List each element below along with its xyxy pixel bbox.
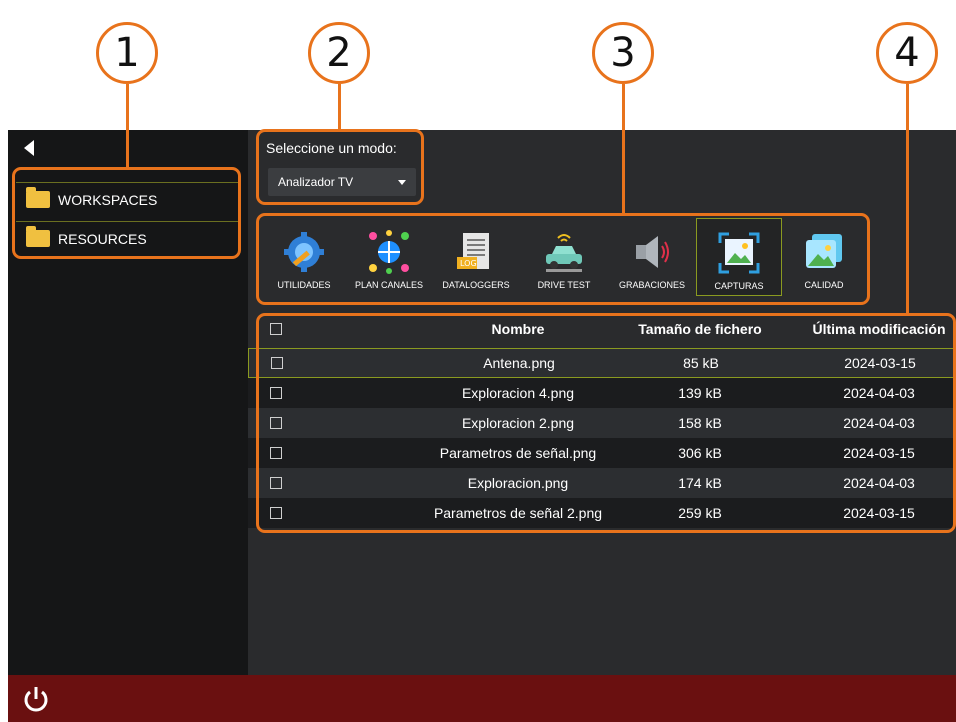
file-date: 2024-04-03 bbox=[843, 385, 915, 401]
tool-capturas[interactable]: CAPTURAS bbox=[696, 218, 782, 296]
column-header-date[interactable]: Última modificación bbox=[793, 321, 956, 337]
select-all-checkbox[interactable] bbox=[270, 323, 282, 335]
speaker-icon bbox=[630, 230, 674, 274]
callout-4: 4 bbox=[876, 22, 938, 84]
table-row[interactable]: Exploracion 2.png 158 kB 2024-04-03 bbox=[248, 408, 956, 438]
tool-label: DATALOGGERS bbox=[442, 280, 510, 290]
callout-1-leader bbox=[126, 84, 129, 168]
folder-icon bbox=[26, 187, 50, 208]
car-signal-icon bbox=[542, 230, 586, 274]
file-size: 158 kB bbox=[678, 415, 722, 431]
tool-label: UTILIDADES bbox=[277, 280, 331, 290]
tool-drive-test[interactable]: DRIVE TEST bbox=[526, 218, 602, 296]
svg-text:LOG: LOG bbox=[460, 259, 477, 268]
sidebar-item-workspaces[interactable]: WORKSPACES bbox=[16, 182, 240, 216]
callout-2: 2 bbox=[308, 22, 370, 84]
file-size: 259 kB bbox=[678, 505, 722, 521]
tool-calidad[interactable]: CALIDAD bbox=[788, 218, 860, 296]
tool-label: GRABACIONES bbox=[618, 280, 685, 290]
row-checkbox[interactable] bbox=[271, 357, 283, 369]
image-quality-icon bbox=[802, 230, 846, 274]
tool-label: CALIDAD bbox=[804, 280, 844, 290]
sidebar: WORKSPACES RESOURCES bbox=[8, 130, 248, 675]
file-date: 2024-03-15 bbox=[844, 355, 916, 371]
file-date: 2024-03-15 bbox=[843, 505, 915, 521]
file-date: 2024-04-03 bbox=[843, 475, 915, 491]
row-checkbox[interactable] bbox=[270, 477, 282, 489]
callout-3: 3 bbox=[592, 22, 654, 84]
tool-plan-canales[interactable]: PLAN CANALES bbox=[348, 218, 430, 296]
file-date: 2024-04-03 bbox=[843, 415, 915, 431]
sidebar-item-resources[interactable]: RESOURCES bbox=[16, 221, 240, 255]
row-checkbox[interactable] bbox=[270, 387, 282, 399]
file-size: 174 kB bbox=[678, 475, 722, 491]
back-icon[interactable] bbox=[24, 140, 34, 156]
app-window: WORKSPACES RESOURCES Seleccione un modo:… bbox=[8, 130, 956, 722]
gear-wrench-icon bbox=[282, 230, 326, 274]
table-row[interactable]: Parametros de señal.png 306 kB 2024-03-1… bbox=[248, 438, 956, 468]
callout-3-leader bbox=[622, 84, 625, 214]
tool-grabaciones[interactable]: GRABACIONES bbox=[612, 218, 692, 296]
column-header-size[interactable]: Tamaño de fichero bbox=[622, 321, 778, 337]
caret-down-icon bbox=[398, 180, 406, 185]
mode-label: Seleccione un modo: bbox=[266, 140, 397, 156]
power-icon[interactable] bbox=[22, 685, 50, 713]
callout-2-leader bbox=[338, 84, 341, 130]
tool-label: DRIVE TEST bbox=[537, 280, 591, 290]
mode-select[interactable]: Analizador TV bbox=[268, 168, 416, 196]
channel-plan-icon bbox=[367, 230, 411, 274]
table-header: Nombre Tamaño de fichero Última modifica… bbox=[248, 314, 956, 344]
table-row[interactable]: Exploracion 4.png 139 kB 2024-04-03 bbox=[248, 378, 956, 408]
bottom-bar bbox=[8, 675, 956, 722]
row-checkbox[interactable] bbox=[270, 447, 282, 459]
file-size: 85 kB bbox=[683, 355, 719, 371]
table-row[interactable]: Antena.png 85 kB 2024-03-15 bbox=[248, 348, 956, 378]
table-row[interactable]: Parametros de señal 2.png 259 kB 2024-03… bbox=[248, 498, 956, 528]
log-document-icon: LOG bbox=[454, 230, 498, 274]
callout-4-leader bbox=[906, 84, 909, 314]
row-checkbox[interactable] bbox=[270, 417, 282, 429]
table-row[interactable]: Exploracion.png 174 kB 2024-04-03 bbox=[248, 468, 956, 498]
tool-utilidades[interactable]: UTILIDADES bbox=[266, 218, 342, 296]
mode-select-value: Analizador TV bbox=[278, 175, 354, 189]
tool-label: PLAN CANALES bbox=[354, 280, 424, 290]
file-date: 2024-03-15 bbox=[843, 445, 915, 461]
row-checkbox[interactable] bbox=[270, 507, 282, 519]
folder-icon bbox=[26, 226, 50, 247]
sidebar-item-label: WORKSPACES bbox=[58, 191, 158, 208]
sidebar-item-label: RESOURCES bbox=[58, 230, 147, 247]
screenshot-icon bbox=[717, 231, 761, 275]
file-size: 139 kB bbox=[678, 385, 722, 401]
tool-label: CAPTURAS bbox=[714, 281, 764, 291]
callout-1: 1 bbox=[96, 22, 158, 84]
file-size: 306 kB bbox=[678, 445, 722, 461]
tool-dataloggers[interactable]: LOG DATALOGGERS bbox=[436, 218, 516, 296]
